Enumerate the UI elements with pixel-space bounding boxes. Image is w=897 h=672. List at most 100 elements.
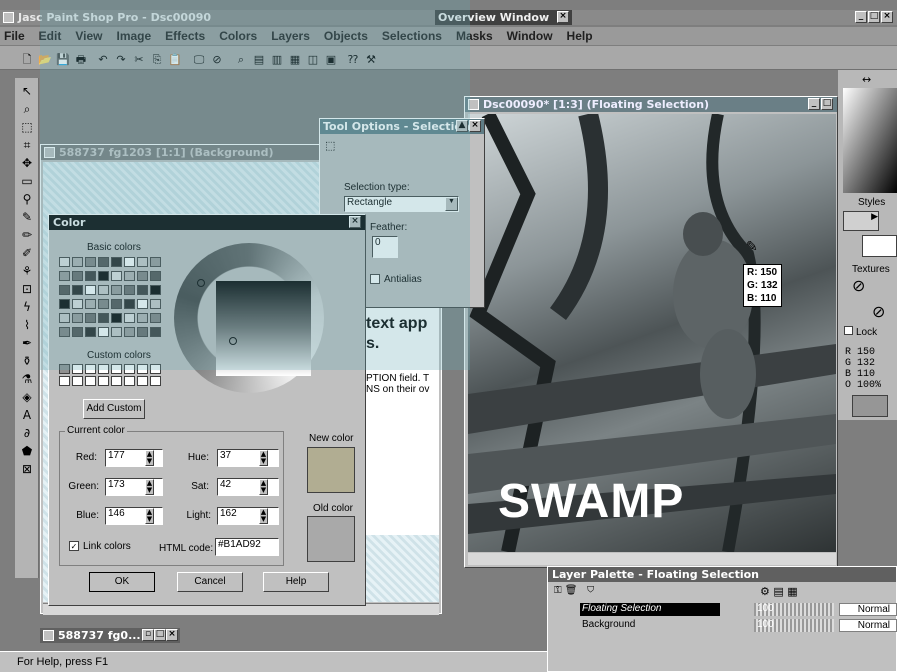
basic-color-swatch[interactable] (111, 313, 122, 323)
basic-color-swatch[interactable] (111, 271, 122, 281)
basic-color-swatch[interactable] (111, 299, 122, 309)
tools-icon[interactable]: ⚒ (364, 53, 378, 67)
custom-color-swatch[interactable] (124, 364, 135, 374)
print-icon[interactable]: 🖶 (74, 53, 88, 67)
sat-field[interactable]: 42 (217, 478, 279, 496)
tool-smudge-icon[interactable]: ⌇ (20, 318, 34, 332)
cancel-button[interactable]: Cancel (177, 572, 243, 592)
green-spinner[interactable]: ▲ ▼ (145, 479, 154, 495)
custom-color-swatch[interactable] (85, 376, 96, 386)
basic-color-swatch[interactable] (98, 271, 109, 281)
blue-field[interactable]: 146 (105, 507, 163, 525)
basic-color-swatch[interactable] (111, 257, 122, 267)
custom-color-swatch[interactable] (150, 364, 161, 374)
tool-text-icon[interactable]: A (20, 408, 34, 422)
basic-color-swatch[interactable] (59, 285, 70, 295)
basic-color-swatch[interactable] (150, 257, 161, 267)
tool-crop-icon[interactable]: ⌗ (20, 138, 34, 152)
tool-eraser-icon[interactable]: ✒ (20, 336, 34, 350)
tool-rect-select-icon[interactable]: ▭ (20, 174, 34, 188)
fill-swatch[interactable] (862, 235, 897, 257)
custom-color-swatch[interactable] (137, 376, 148, 386)
tool-options-collapse-button[interactable]: ▲ (456, 120, 468, 132)
undo-icon[interactable]: ↶ (96, 53, 110, 67)
basic-color-swatch[interactable] (150, 313, 161, 323)
color-dialog-close-button[interactable]: × (349, 216, 361, 228)
basic-color-swatch[interactable] (111, 327, 122, 337)
basic-color-swatch[interactable] (85, 285, 96, 295)
basic-color-swatch[interactable] (137, 257, 148, 267)
grid-icon[interactable]: ▤ (252, 53, 266, 67)
basic-color-swatch[interactable] (72, 285, 83, 295)
antialias-checkbox[interactable]: Antialias (370, 274, 422, 285)
hue-spinner[interactable]: ▲ ▼ (259, 450, 268, 466)
zoom-icon[interactable]: ⌕ (234, 53, 248, 67)
custom-color-swatch[interactable] (98, 364, 109, 374)
basic-color-swatch[interactable] (124, 313, 135, 323)
tool-lasso-icon[interactable]: ⚲ (20, 192, 34, 206)
basic-color-swatch[interactable] (124, 271, 135, 281)
tool-move-icon[interactable]: ✥ (20, 156, 34, 170)
photo-canvas[interactable]: SWAMP ✎ R: 150 G: 132 B: 110 (468, 114, 836, 552)
basic-color-swatch[interactable] (98, 257, 109, 267)
paste-icon[interactable]: 📋 (168, 53, 182, 67)
style-swatch[interactable]: ▶ (843, 211, 879, 231)
basic-color-swatch[interactable] (72, 257, 83, 267)
basic-color-swatch[interactable] (59, 271, 70, 281)
layer-palette-title-bar[interactable]: Layer Palette - Floating Selection (548, 567, 896, 582)
layer-mode-1[interactable]: Normal (839, 603, 897, 616)
layer-row-1[interactable]: Floating Selection 100 Normal (554, 603, 897, 617)
custom-color-swatch[interactable] (137, 364, 148, 374)
custom-color-swatch[interactable] (98, 376, 109, 386)
layer-opacity-2[interactable]: 100 (754, 619, 834, 632)
basic-color-swatch[interactable] (72, 299, 83, 309)
basic-color-swatch[interactable] (137, 313, 148, 323)
basic-color-swatch[interactable] (59, 313, 70, 323)
copy-icon[interactable]: ⎘ (150, 53, 164, 67)
menu-item-colors[interactable]: Colors (219, 29, 257, 43)
window-icon[interactable]: ▣ (324, 53, 338, 67)
stop-icon[interactable]: ⊘ (210, 53, 224, 67)
mini-close-button[interactable]: × (166, 629, 178, 641)
tool-preset-icon[interactable]: ⬟ (20, 444, 34, 458)
minimize-button[interactable]: _ (855, 11, 867, 23)
custom-colors-grid[interactable] (59, 364, 169, 390)
basic-color-swatch[interactable] (124, 327, 135, 337)
basic-color-swatch[interactable] (85, 327, 96, 337)
help-button[interactable]: Help (263, 572, 329, 592)
tool-pencil-icon[interactable]: ✏ (20, 228, 34, 242)
histogram-icon[interactable]: ▥ (270, 53, 284, 67)
basic-color-swatch[interactable] (72, 327, 83, 337)
custom-color-swatch[interactable] (72, 364, 83, 374)
custom-color-swatch[interactable] (124, 376, 135, 386)
basic-color-swatch[interactable] (85, 313, 96, 323)
close-button[interactable]: × (881, 11, 893, 23)
basic-color-swatch[interactable] (72, 271, 83, 281)
custom-color-swatch[interactable] (150, 376, 161, 386)
tool-airbrush-icon[interactable]: ✐ (20, 246, 34, 260)
menu-item-layers[interactable]: Layers (271, 29, 310, 43)
lock-checkbox[interactable]: Lock (844, 326, 877, 338)
basic-color-swatch[interactable] (98, 299, 109, 309)
basic-color-swatch[interactable] (124, 299, 135, 309)
tool-picture-tube-icon[interactable]: ⚗ (20, 372, 34, 386)
cut-icon[interactable]: ✂ (132, 53, 146, 67)
custom-color-swatch[interactable] (85, 364, 96, 374)
basic-color-swatch[interactable] (98, 313, 109, 323)
browse-icon[interactable]: 🖵 (192, 53, 206, 67)
menu-item-effects[interactable]: Effects (165, 29, 205, 43)
red-field[interactable]: 177 (105, 449, 163, 467)
basic-color-swatch[interactable] (150, 327, 161, 337)
custom-color-swatch[interactable] (111, 364, 122, 374)
saturation-square[interactable] (216, 281, 311, 376)
basic-color-swatch[interactable] (137, 327, 148, 337)
color-dialog-title-bar[interactable]: Color × (49, 215, 365, 230)
texture-none-icon[interactable]: ⊘ (852, 276, 865, 295)
basic-color-swatch[interactable] (59, 257, 70, 267)
tool-deform-icon[interactable]: ⊠ (20, 462, 34, 476)
tool-options-close-button[interactable]: × (469, 120, 481, 132)
maximize-button[interactable]: □ (868, 11, 880, 23)
sat-spinner[interactable]: ▲ ▼ (259, 479, 268, 495)
tool-dropper-icon[interactable]: ⊡ (20, 282, 34, 296)
swap-icon[interactable]: ↔ (862, 73, 871, 86)
